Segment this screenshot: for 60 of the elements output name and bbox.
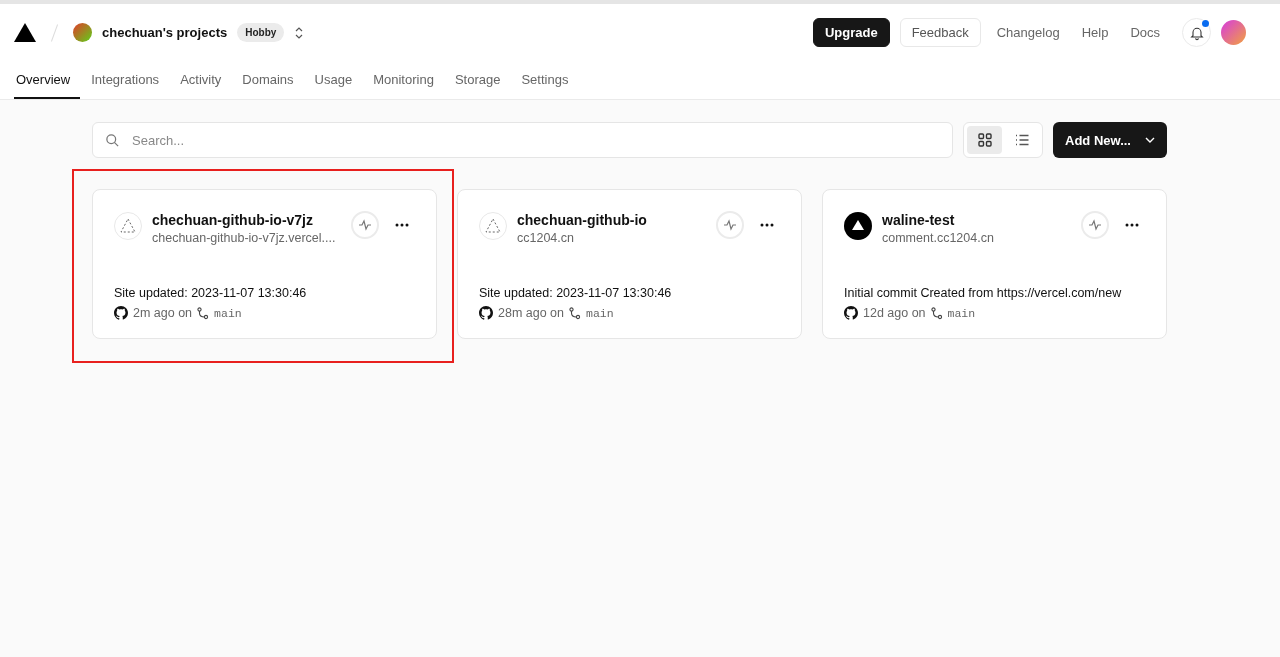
branch-icon <box>197 306 210 320</box>
nav-tab[interactable]: Activity <box>170 61 232 99</box>
ellipsis-icon <box>760 223 774 227</box>
github-icon <box>114 306 128 320</box>
branch-name: main <box>947 306 976 320</box>
project-card[interactable]: chechuan-github-io cc1204.cn Site updated: 2023-11-07 13:30:46 28m ago on main <box>457 189 802 339</box>
header-button[interactable]: Feedback <box>899 18 981 47</box>
project-domain[interactable]: chechuan-github-io-v7jz.vercel.... <box>152 231 341 245</box>
header-button[interactable]: Upgrade <box>812 18 890 47</box>
branch-icon <box>569 306 582 320</box>
deploy-time: 28m ago on <box>498 306 565 320</box>
nav-link[interactable]: Changelog <box>990 18 1066 47</box>
chevron-down-icon <box>1144 137 1155 143</box>
project-domain[interactable]: cc1204.cn <box>517 231 706 245</box>
notifications-button[interactable] <box>1182 18 1211 47</box>
project-card[interactable]: chechuan-github-io-v7jz chechuan-github-io-v7jz.vercel.... Site updated: 2023-11-07 13:30:46 2m ago on main <box>92 189 437 339</box>
project-domain[interactable]: comment.cc1204.cn <box>882 231 1071 245</box>
grid-icon <box>977 133 992 147</box>
nav-tab[interactable]: Settings <box>511 61 579 99</box>
project-name: chechuan-github-io-v7jz <box>152 212 314 228</box>
github-icon <box>844 306 858 320</box>
nav-tab[interactable]: Domains <box>232 61 304 99</box>
commit-message: Site updated: 2023-11-07 13:30:46 <box>479 286 673 300</box>
plan-badge: Hobby <box>237 23 285 42</box>
project-name: waline-test <box>882 212 956 228</box>
nav-link[interactable]: Docs <box>1124 18 1166 47</box>
deploy-time: 12d ago on <box>863 306 926 320</box>
nav-tab[interactable]: Usage <box>304 61 363 99</box>
ellipsis-icon <box>395 223 409 227</box>
commit-message: Site updated: 2023-11-07 13:30:46 <box>114 286 308 300</box>
branch-name: main <box>586 306 614 320</box>
nav-link[interactable]: Help <box>1075 18 1115 47</box>
triangle-logo-icon[interactable] <box>14 23 36 42</box>
nav-tab[interactable]: Monitoring <box>363 61 444 99</box>
add-new-button[interactable]: Add New... <box>1053 122 1167 158</box>
user-avatar[interactable] <box>1221 20 1246 45</box>
search-field[interactable]: Search... <box>92 122 953 158</box>
activity-button[interactable] <box>1081 211 1109 239</box>
deploy-time: 2m ago on <box>133 306 193 320</box>
team-name[interactable]: chechuan's projects <box>102 25 228 40</box>
list-icon <box>1014 133 1029 147</box>
activity-button[interactable] <box>351 211 379 239</box>
branch-icon <box>930 306 943 320</box>
nav-tab[interactable]: Integrations <box>81 61 170 99</box>
pulse-icon <box>1088 218 1102 232</box>
pulse-icon <box>723 218 737 232</box>
github-icon <box>479 306 493 320</box>
commit-message: Initial commit Created from https://vercel.com/new <box>844 286 1123 300</box>
triangle-logo-icon <box>844 212 872 240</box>
pulse-icon <box>358 218 372 232</box>
nav-tab[interactable]: Overview <box>14 61 81 99</box>
nav-tab[interactable]: Storage <box>444 61 511 99</box>
project-name: chechuan-github-io <box>517 212 648 228</box>
project-card[interactable]: waline-test comment.cc1204.cn Initial commit Created from https://vercel.com/new 12d ago on main <box>822 189 1167 339</box>
grid-view-button[interactable] <box>967 126 1002 154</box>
team-avatar <box>73 23 92 42</box>
ellipsis-icon <box>1125 223 1139 227</box>
branch-name: main <box>214 306 242 320</box>
activity-button[interactable] <box>716 211 744 239</box>
search-icon <box>105 133 120 148</box>
